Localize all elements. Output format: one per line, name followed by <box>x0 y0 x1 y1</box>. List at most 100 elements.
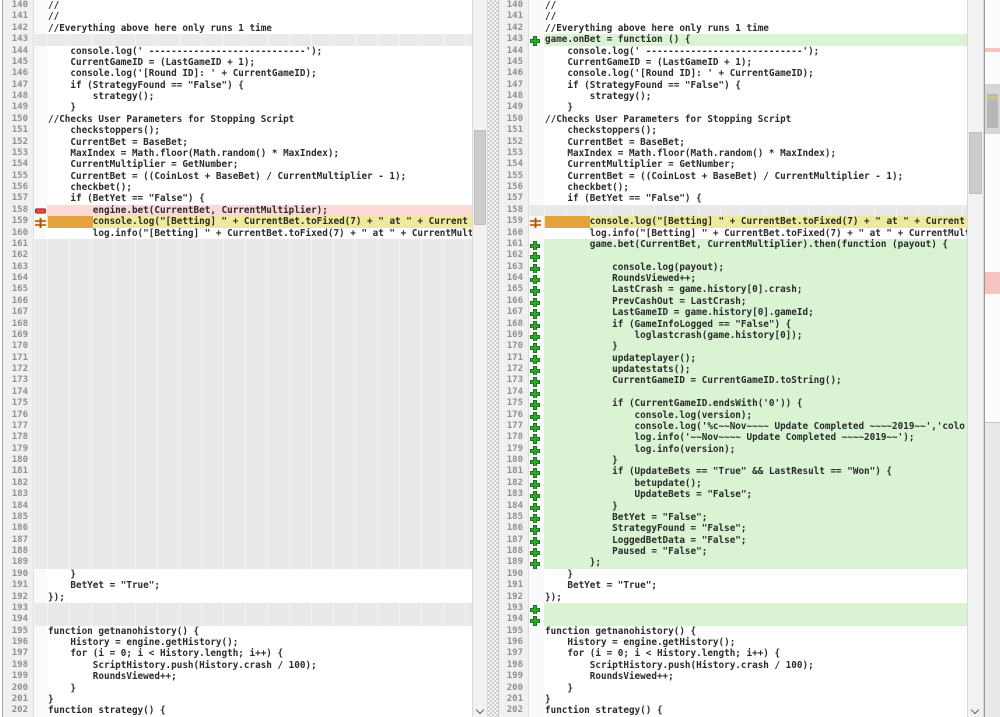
code-text[interactable]: CurrentBet = ((CoinLost + BaseBet) / Cur… <box>47 171 472 182</box>
code-text[interactable]: LastCrash = game.history[0].crash; <box>544 284 967 295</box>
code-text[interactable]: } <box>544 683 967 694</box>
code-text[interactable]: console.log('[Round ID]: ' + CurrentGame… <box>47 68 472 79</box>
diff-overview-ruler[interactable] <box>985 0 1000 717</box>
code-text[interactable]: LoggedBetData = "False"; <box>544 535 967 546</box>
left-scrollbar-thumb[interactable] <box>474 130 486 225</box>
code-text[interactable] <box>47 398 472 409</box>
code-text[interactable]: function getnanohistory() { <box>47 626 472 637</box>
code-text[interactable]: LastGameID = game.history[0].gameId; <box>544 307 967 318</box>
code-text[interactable]: log.info(version); <box>544 444 967 455</box>
code-text[interactable]: betupdate(); <box>544 478 967 489</box>
code-text[interactable]: // <box>544 0 967 11</box>
code-text[interactable] <box>47 262 472 273</box>
code-text[interactable] <box>544 614 967 625</box>
code-text[interactable] <box>544 387 967 398</box>
code-text[interactable]: checkbet(); <box>544 182 967 193</box>
code-text[interactable]: }); <box>47 592 472 603</box>
code-text[interactable] <box>47 546 472 557</box>
code-text[interactable]: RoundsViewed++; <box>47 671 472 682</box>
code-text[interactable]: if (BetYet == "False") { <box>544 193 967 204</box>
code-text[interactable]: if (CurrentGameID.endsWith('0')) { <box>544 398 967 409</box>
code-text[interactable] <box>47 296 472 307</box>
code-text[interactable]: CurrentBet = BaseBet; <box>544 137 967 148</box>
code-text[interactable]: log.info("[Betting] " + CurrentBet.toFix… <box>47 228 472 239</box>
code-text[interactable] <box>47 432 472 443</box>
code-text[interactable]: console.log(' --------------------------… <box>544 46 967 57</box>
code-text[interactable]: } <box>544 569 967 580</box>
code-text[interactable]: CurrentMultiplier = GetNumber; <box>544 159 967 170</box>
code-text[interactable]: CurrentBet = BaseBet; <box>47 137 472 148</box>
left-pane-scrollbar[interactable] <box>472 0 488 717</box>
code-text[interactable]: // <box>544 11 967 22</box>
code-text[interactable]: engine.bet(CurrentBet, CurrentMultiplier… <box>47 205 472 216</box>
code-text[interactable]: StrategyFound = "False"; <box>544 523 967 534</box>
code-text[interactable]: //Everything above here only runs 1 time <box>47 23 472 34</box>
code-text[interactable]: console.log('%c~~Nov~~~~ Update Complete… <box>544 421 967 432</box>
code-text[interactable] <box>47 523 472 534</box>
code-text[interactable] <box>47 387 472 398</box>
code-text[interactable]: BetYet = "True"; <box>544 580 967 591</box>
right-scroll-down-button[interactable] <box>968 704 983 717</box>
code-text[interactable]: } <box>544 341 967 352</box>
code-text[interactable]: CurrentGameID = (LastGameID + 1); <box>544 57 967 68</box>
code-text[interactable]: loglastcrash(game.history[0]); <box>544 330 967 341</box>
code-text[interactable]: updatestats(); <box>544 364 967 375</box>
code-text[interactable] <box>47 364 472 375</box>
code-text[interactable]: RoundsViewed++; <box>544 273 967 284</box>
code-text[interactable]: MaxIndex = Math.floor(Math.random() * Ma… <box>47 148 472 159</box>
code-text[interactable]: game.onBet = function () { <box>544 34 967 45</box>
code-text[interactable] <box>47 501 472 512</box>
code-text[interactable]: function strategy() { <box>544 705 967 716</box>
code-text[interactable]: RoundsViewed++; <box>544 671 967 682</box>
code-text[interactable] <box>47 512 472 523</box>
code-text[interactable]: } <box>47 683 472 694</box>
code-text[interactable]: checkstoppers(); <box>544 125 967 136</box>
code-text[interactable] <box>47 455 472 466</box>
code-text[interactable]: console.log("[Betting] " + CurrentBet.to… <box>47 216 472 227</box>
code-text[interactable] <box>544 205 967 216</box>
code-text[interactable]: strategy(); <box>544 91 967 102</box>
code-text[interactable]: console.log(version); <box>544 410 967 421</box>
code-text[interactable]: } <box>47 569 472 580</box>
right-pane-scrollbar[interactable] <box>967 0 984 717</box>
code-text[interactable]: History = engine.getHistory(); <box>544 637 967 648</box>
code-text[interactable] <box>47 273 472 284</box>
code-text[interactable]: } <box>544 501 967 512</box>
code-text[interactable] <box>47 444 472 455</box>
code-text[interactable]: MaxIndex = Math.floor(Math.random() * Ma… <box>544 148 967 159</box>
code-text[interactable]: game.bet(CurrentBet, CurrentMultiplier).… <box>544 239 967 250</box>
code-text[interactable]: } <box>544 102 967 113</box>
right-scrollbar-thumb[interactable] <box>969 132 982 194</box>
code-text[interactable]: CurrentBet = ((CoinLost + BaseBet) / Cur… <box>544 171 967 182</box>
code-text[interactable] <box>47 535 472 546</box>
code-text[interactable]: for (i = 0; i < History.length; i++) { <box>47 648 472 659</box>
code-text[interactable]: // <box>47 0 472 11</box>
code-text[interactable] <box>47 307 472 318</box>
code-text[interactable]: console.log('[Round ID]: ' + CurrentGame… <box>544 68 967 79</box>
code-text[interactable]: BetYet = "False"; <box>544 512 967 523</box>
code-text[interactable] <box>47 421 472 432</box>
code-text[interactable] <box>47 410 472 421</box>
code-text[interactable]: if (StrategyFound == "False") { <box>544 80 967 91</box>
code-text[interactable]: log.info("[Betting] " + CurrentBet.toFix… <box>544 228 967 239</box>
code-text[interactable] <box>47 341 472 352</box>
code-text[interactable]: if (StrategyFound == "False") { <box>47 80 472 91</box>
code-text[interactable] <box>47 239 472 250</box>
code-text[interactable]: console.log(payout); <box>544 262 967 273</box>
code-text[interactable] <box>47 489 472 500</box>
code-text[interactable]: //Checks User Parameters for Stopping Sc… <box>544 114 967 125</box>
code-text[interactable]: CurrentMultiplier = GetNumber; <box>47 159 472 170</box>
code-text[interactable] <box>47 34 472 45</box>
code-text[interactable] <box>47 284 472 295</box>
code-text[interactable] <box>47 250 472 261</box>
code-text[interactable]: Paused = "False"; <box>544 546 967 557</box>
code-text[interactable] <box>47 319 472 330</box>
code-text[interactable]: } <box>544 455 967 466</box>
code-text[interactable] <box>47 466 472 477</box>
code-text[interactable]: if (UpdateBets == "True" && LastResult =… <box>544 466 967 477</box>
code-text[interactable]: strategy(); <box>47 91 472 102</box>
code-text[interactable] <box>47 557 472 568</box>
code-text[interactable] <box>544 250 967 261</box>
code-text[interactable]: UpdateBets = "False"; <box>544 489 967 500</box>
code-text[interactable]: }; <box>544 557 967 568</box>
